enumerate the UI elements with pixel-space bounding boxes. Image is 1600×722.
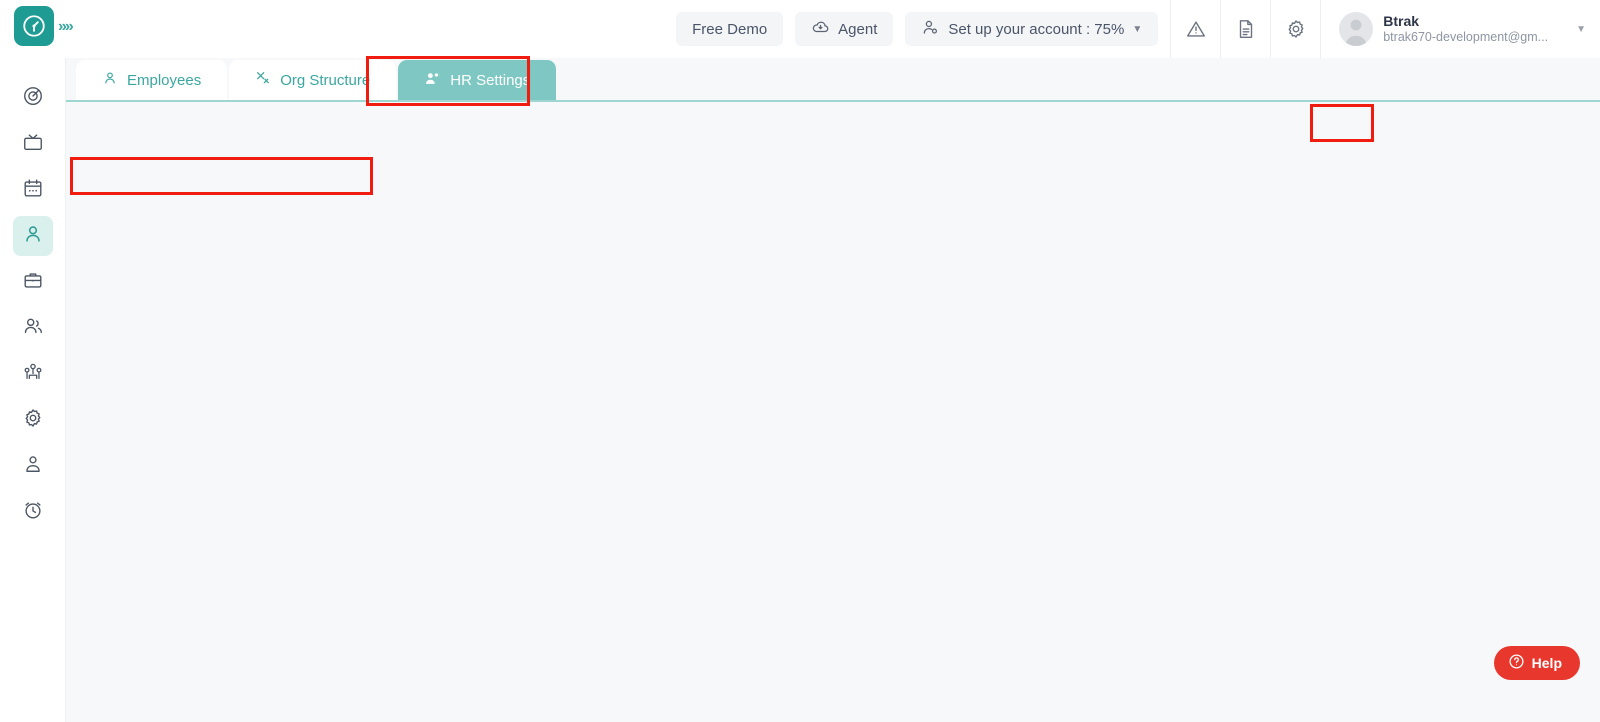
user-name: Btrak [1383, 13, 1420, 29]
tab-hr-settings[interactable]: HR Settings [398, 60, 557, 100]
user-email: btrak670-development@gm... [1383, 30, 1549, 44]
tab-org-structure-label: Org Structure [280, 71, 371, 89]
two-users-icon [22, 315, 44, 342]
tab-hr-settings-label: HR Settings [450, 71, 531, 89]
employee-person-icon [22, 223, 44, 250]
sidebar-item-screens[interactable] [13, 124, 53, 164]
gear-settings-icon [22, 407, 44, 434]
sidebar-item-jobs[interactable] [13, 262, 53, 302]
tab-employees-label: Employees [127, 71, 202, 89]
header-right-group: Free Demo Agent Set up your account : 75… [676, 0, 1600, 58]
page-background [66, 102, 1600, 722]
sidebar-item-employees[interactable] [12, 216, 53, 256]
sidebar-item-calendar[interactable] [13, 170, 53, 210]
sidebar-item-settings[interactable] [13, 400, 53, 440]
chevron-down-icon: ▼ [1132, 23, 1143, 35]
setup-account-button[interactable]: Set up your account : 75% ▼ [905, 12, 1159, 46]
free-demo-label: Free Demo [692, 20, 768, 38]
chevron-down-icon[interactable]: ▼ [1576, 24, 1586, 35]
team-group-icon [22, 361, 44, 388]
person-icon [102, 70, 118, 90]
module-tabs: Employees Org Structure HR Settings [66, 58, 1600, 102]
agent-label: Agent [838, 20, 878, 38]
user-settings-icon [921, 18, 940, 41]
document-icon[interactable] [1220, 0, 1270, 58]
briefcase-icon [22, 269, 44, 296]
app-logo[interactable] [14, 6, 54, 46]
sidebar-item-teams[interactable] [13, 354, 53, 394]
left-icon-rail [0, 58, 66, 722]
avatar [1339, 12, 1374, 46]
tv-monitor-icon [22, 131, 44, 158]
sidebar-item-dashboard[interactable] [13, 78, 53, 118]
gear-icon[interactable] [1270, 0, 1320, 58]
setup-account-label: Set up your account : 75% [948, 20, 1125, 38]
calendar-icon [22, 177, 44, 204]
sidebar-item-timesheet[interactable] [13, 492, 53, 532]
sidebar-item-profile[interactable] [13, 446, 53, 486]
tab-employees[interactable]: Employees [76, 60, 228, 100]
agent-button[interactable]: Agent [795, 12, 894, 46]
alarm-clock-icon [22, 499, 44, 526]
tab-org-structure[interactable]: Org Structure [229, 60, 397, 100]
help-button[interactable]: Help [1493, 646, 1580, 680]
user-badge-icon [22, 453, 44, 480]
cloud-download-icon [811, 18, 830, 41]
users-gear-icon [424, 70, 441, 91]
question-circle-icon [1508, 653, 1525, 673]
sidebar-item-recruitment[interactable] [13, 308, 53, 348]
chevron-double-right-icon[interactable]: »» [58, 18, 74, 36]
warning-triangle-icon[interactable] [1170, 0, 1220, 58]
top-header-bar: »» Free Demo Agent Set up your account:… [0, 0, 1600, 58]
user-account-menu[interactable]: Btrak btrak670-development@gm... ▼ [1320, 0, 1600, 58]
free-demo-button[interactable]: Free Demo [676, 12, 784, 46]
tools-icon [255, 70, 271, 90]
dashboard-target-icon [22, 85, 44, 112]
help-label: Help [1531, 655, 1562, 671]
